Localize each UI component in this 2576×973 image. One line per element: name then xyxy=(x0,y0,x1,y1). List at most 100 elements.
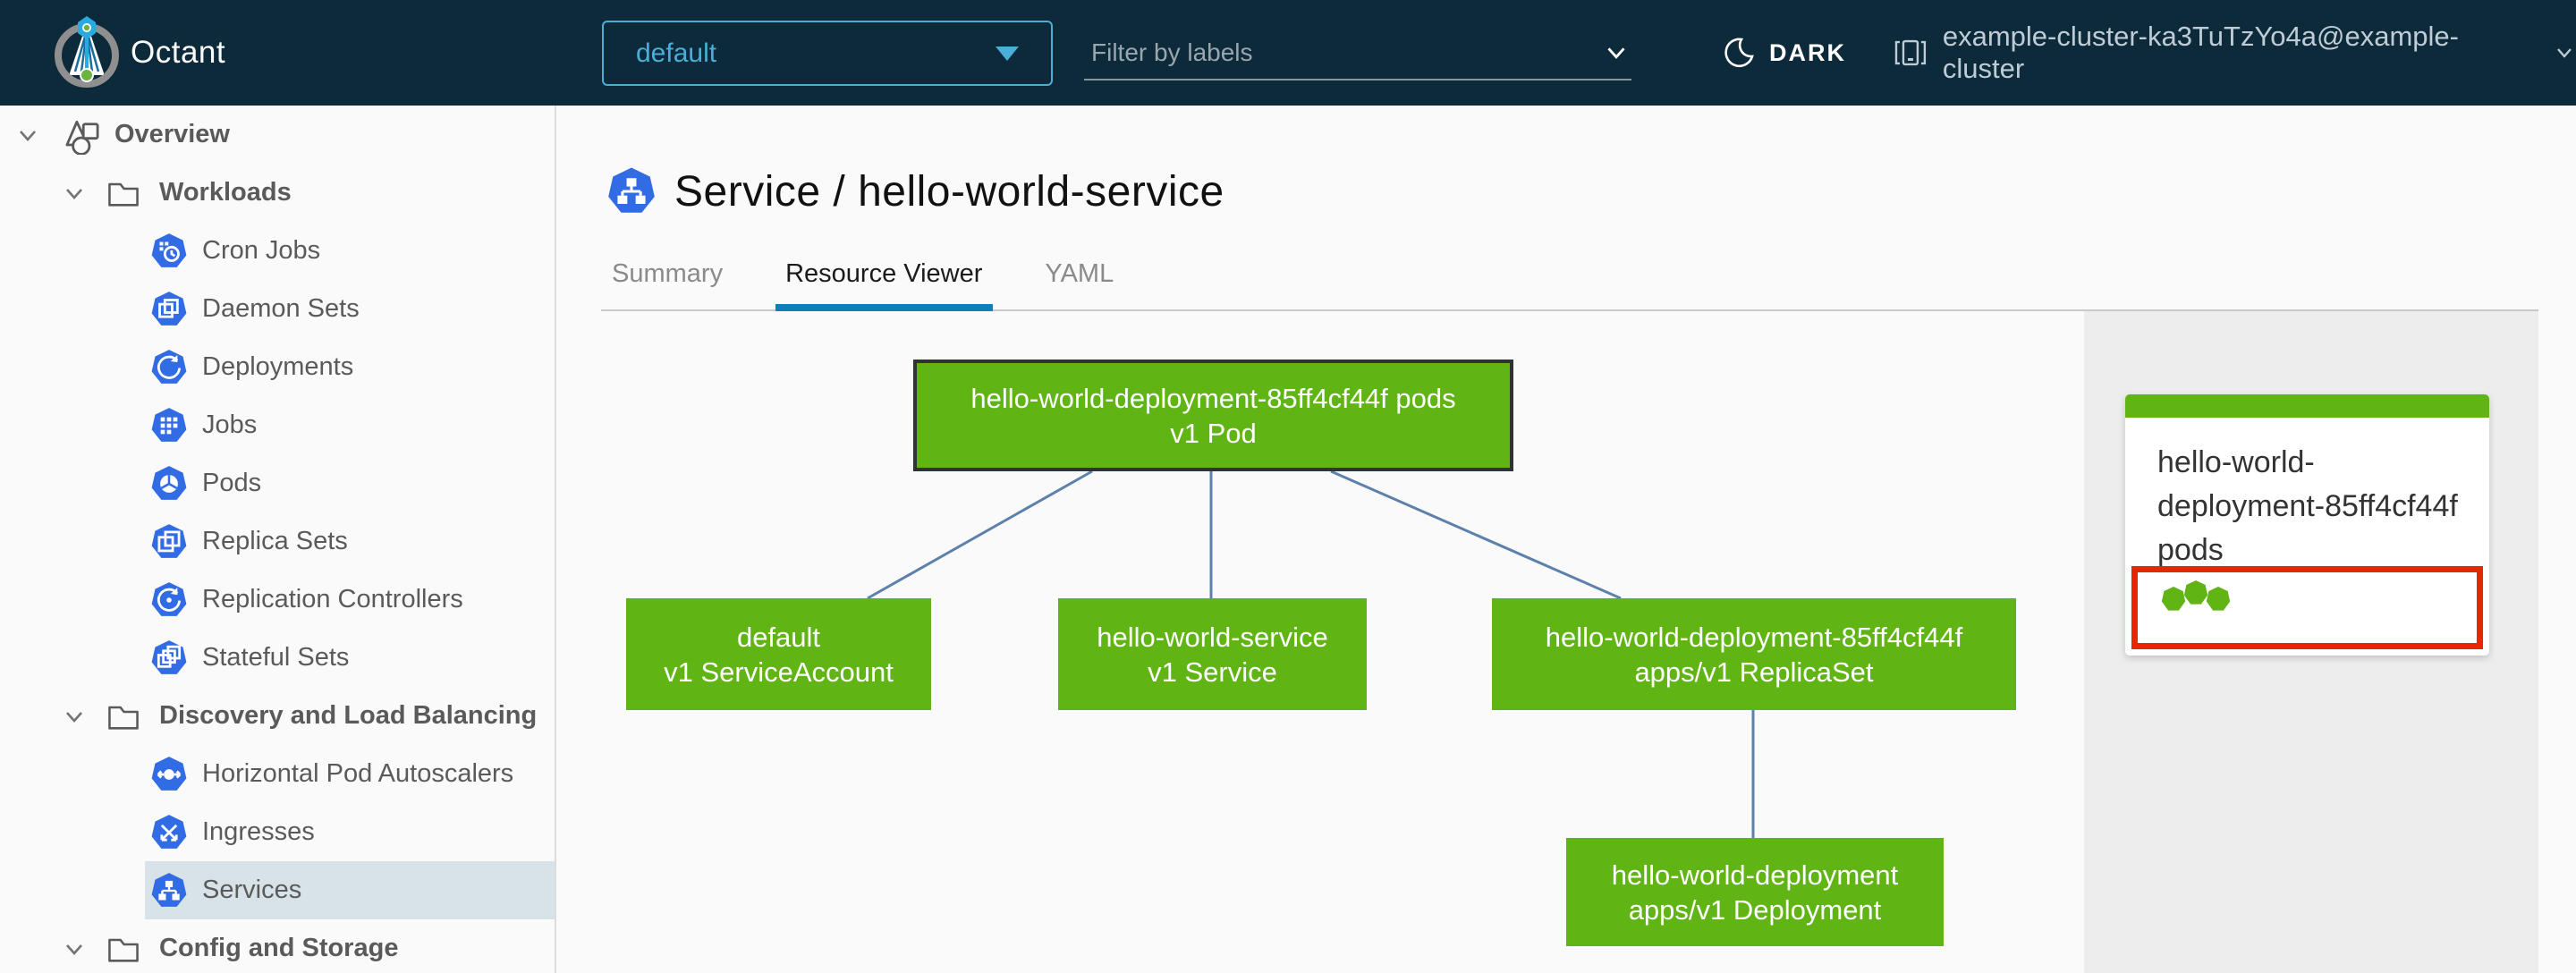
octant-app: Octant default Filter by labels DARK exa… xyxy=(0,0,2576,973)
sidebar-item-label: Services xyxy=(202,876,302,904)
pod-icon xyxy=(151,465,187,500)
tab-yaml[interactable]: YAML xyxy=(1043,250,1115,298)
pod-status-box[interactable] xyxy=(2131,566,2483,649)
sidebar-item-label: Workloads xyxy=(159,178,292,207)
card-title: hello-world-deployment-85ff4cf44f pods xyxy=(2157,445,2458,567)
pod-status-dot[interactable] xyxy=(2206,587,2231,611)
namespace-dropdown[interactable]: default xyxy=(602,21,1053,86)
sidebar-item-label: Horizontal Pod Autoscalers xyxy=(202,759,514,788)
folder-icon xyxy=(108,706,139,730)
sidebar-item-label: Replication Controllers xyxy=(202,585,463,613)
filter-by-labels-input[interactable]: Filter by labels xyxy=(1084,27,1631,80)
graph-edge xyxy=(1330,470,1622,600)
sidebar-item-label: Daemon Sets xyxy=(202,294,360,323)
service-kind-icon xyxy=(608,167,655,213)
sidebar-item-replication-controllers[interactable]: Replication Controllers xyxy=(0,571,555,629)
node-label-line1: default xyxy=(736,621,821,653)
detail-panel: hello-world-deployment-85ff4cf44f pods xyxy=(2084,311,2538,973)
chevron-down-icon[interactable] xyxy=(61,703,88,730)
pod-status-dot[interactable] xyxy=(2161,587,2186,611)
tab-bar: Summary Resource Viewer YAML xyxy=(610,250,1115,298)
sidebar-item-overview[interactable]: Overview xyxy=(0,106,555,164)
sidebar-item-workloads[interactable]: Workloads xyxy=(0,164,555,222)
cronjob-icon xyxy=(151,233,187,267)
moon-icon xyxy=(1724,38,1754,68)
hpa-icon xyxy=(151,756,187,791)
sidebar-item-jobs[interactable]: Jobs xyxy=(0,396,555,454)
right-edge-gutter xyxy=(2538,106,2576,973)
node-label-line2: apps/v1 Deployment xyxy=(1628,893,1882,926)
deployment-icon xyxy=(151,349,187,384)
node-label-line1: hello-world-deployment-85ff4cf44f xyxy=(1545,621,1963,653)
statefulset-icon xyxy=(151,639,187,674)
chevron-down-icon[interactable] xyxy=(1601,38,1631,68)
service-icon xyxy=(151,872,187,907)
sidebar-item-label: Replica Sets xyxy=(202,527,348,555)
sidebar-item-label: Config and Storage xyxy=(159,934,399,962)
sidebar-item-pods[interactable]: Pods xyxy=(0,454,555,512)
node-label-line1: hello-world-deployment xyxy=(1611,859,1899,891)
sidebar-item-horizontal-pod-autoscalers[interactable]: Horizontal Pod Autoscalers xyxy=(0,745,555,803)
sidebar-item-label: Ingresses xyxy=(202,817,315,846)
sidebar-item-cron-jobs[interactable]: Cron Jobs xyxy=(0,222,555,280)
replicationcontroller-icon xyxy=(151,581,187,616)
sidebar-item-label: Deployments xyxy=(202,352,354,381)
dark-theme-toggle[interactable]: DARK xyxy=(1723,0,1846,106)
filter-placeholder: Filter by labels xyxy=(1091,38,1253,66)
cluster-icon xyxy=(1894,39,1927,66)
node-label-line1: hello-world-service xyxy=(1097,621,1328,653)
daemonset-icon xyxy=(151,291,187,326)
selected-node-card: hello-world-deployment-85ff4cf44f pods xyxy=(2125,394,2489,656)
chevron-down-icon[interactable] xyxy=(61,180,88,207)
graph-node-service[interactable]: hello-world-service v1 Service xyxy=(1058,598,1367,710)
sidebar-item-discovery-and-load-balancing[interactable]: Discovery and Load Balancing xyxy=(0,687,555,745)
main-content: Service / hello-world-service Summary Re… xyxy=(556,106,2576,973)
folder-icon xyxy=(108,938,139,962)
pod-status-dot[interactable] xyxy=(2183,580,2208,605)
sidebar-navigation: Overview Workloads Cron Jobs Daemon Sets Dep… xyxy=(0,106,556,973)
sidebar-item-label: Cron Jobs xyxy=(202,236,321,265)
objects-icon xyxy=(65,120,99,155)
node-label-line2: v1 Service xyxy=(1148,656,1277,688)
header-bar: Octant default Filter by labels DARK exa… xyxy=(0,0,2576,106)
dark-toggle-label: DARK xyxy=(1769,38,1846,66)
chevron-down-icon xyxy=(2557,48,2572,58)
resource-graph: hello-world-deployment-85ff4cf44f pods v… xyxy=(556,311,2084,973)
octant-logo xyxy=(48,14,125,91)
active-tab-underline xyxy=(775,304,993,311)
folder-icon xyxy=(108,182,139,207)
tab-summary[interactable]: Summary xyxy=(610,250,724,298)
sidebar-item-services[interactable]: Services xyxy=(0,861,555,919)
sidebar-item-replica-sets[interactable]: Replica Sets xyxy=(0,512,555,571)
cluster-selector[interactable]: example-cluster-ka3TuTzYo4a@example-clus… xyxy=(1893,0,2576,106)
sidebar-item-deployments[interactable]: Deployments xyxy=(0,338,555,396)
namespace-dropdown-value: default xyxy=(636,38,717,68)
node-label-line2: apps/v1 ReplicaSet xyxy=(1634,656,1874,688)
job-icon xyxy=(151,407,187,442)
node-label-line2: v1 Pod xyxy=(1170,417,1257,449)
graph-node-serviceaccount[interactable]: default v1 ServiceAccount xyxy=(626,598,931,710)
chevron-down-icon[interactable] xyxy=(61,935,88,962)
ingress-icon xyxy=(151,814,187,849)
tab-resource-viewer[interactable]: Resource Viewer xyxy=(784,250,984,298)
sidebar-item-config-and-storage[interactable]: Config and Storage xyxy=(0,919,555,973)
graph-node-replicaset[interactable]: hello-world-deployment-85ff4cf44f apps/v… xyxy=(1492,598,2016,710)
caret-down-icon xyxy=(996,46,1019,61)
sidebar-item-ingresses[interactable]: Ingresses xyxy=(0,803,555,861)
graph-node-deployment[interactable]: hello-world-deployment apps/v1 Deploymen… xyxy=(1566,838,1944,946)
cluster-selector-value: example-cluster-ka3TuTzYo4a@example-clus… xyxy=(1942,21,2459,84)
app-title: Octant xyxy=(131,35,226,70)
sidebar-item-daemon-sets[interactable]: Daemon Sets xyxy=(0,280,555,338)
page-title: Service / hello-world-service xyxy=(606,166,1224,216)
node-label-line1: hello-world-deployment-85ff4cf44f pods xyxy=(970,382,1456,414)
page-title-text: Service / hello-world-service xyxy=(674,167,1224,216)
chevron-down-icon[interactable] xyxy=(14,122,41,148)
sidebar-item-label: Discovery and Load Balancing xyxy=(159,701,538,730)
card-status-bar xyxy=(2125,394,2489,418)
graph-node-pods[interactable]: hello-world-deployment-85ff4cf44f pods v… xyxy=(913,360,1513,471)
sidebar-item-stateful-sets[interactable]: Stateful Sets xyxy=(0,629,555,687)
sidebar-item-label: Overview xyxy=(114,120,230,148)
sidebar-item-label: Stateful Sets xyxy=(202,643,350,672)
replicaset-icon xyxy=(151,523,187,558)
node-label-line2: v1 ServiceAccount xyxy=(664,656,894,688)
